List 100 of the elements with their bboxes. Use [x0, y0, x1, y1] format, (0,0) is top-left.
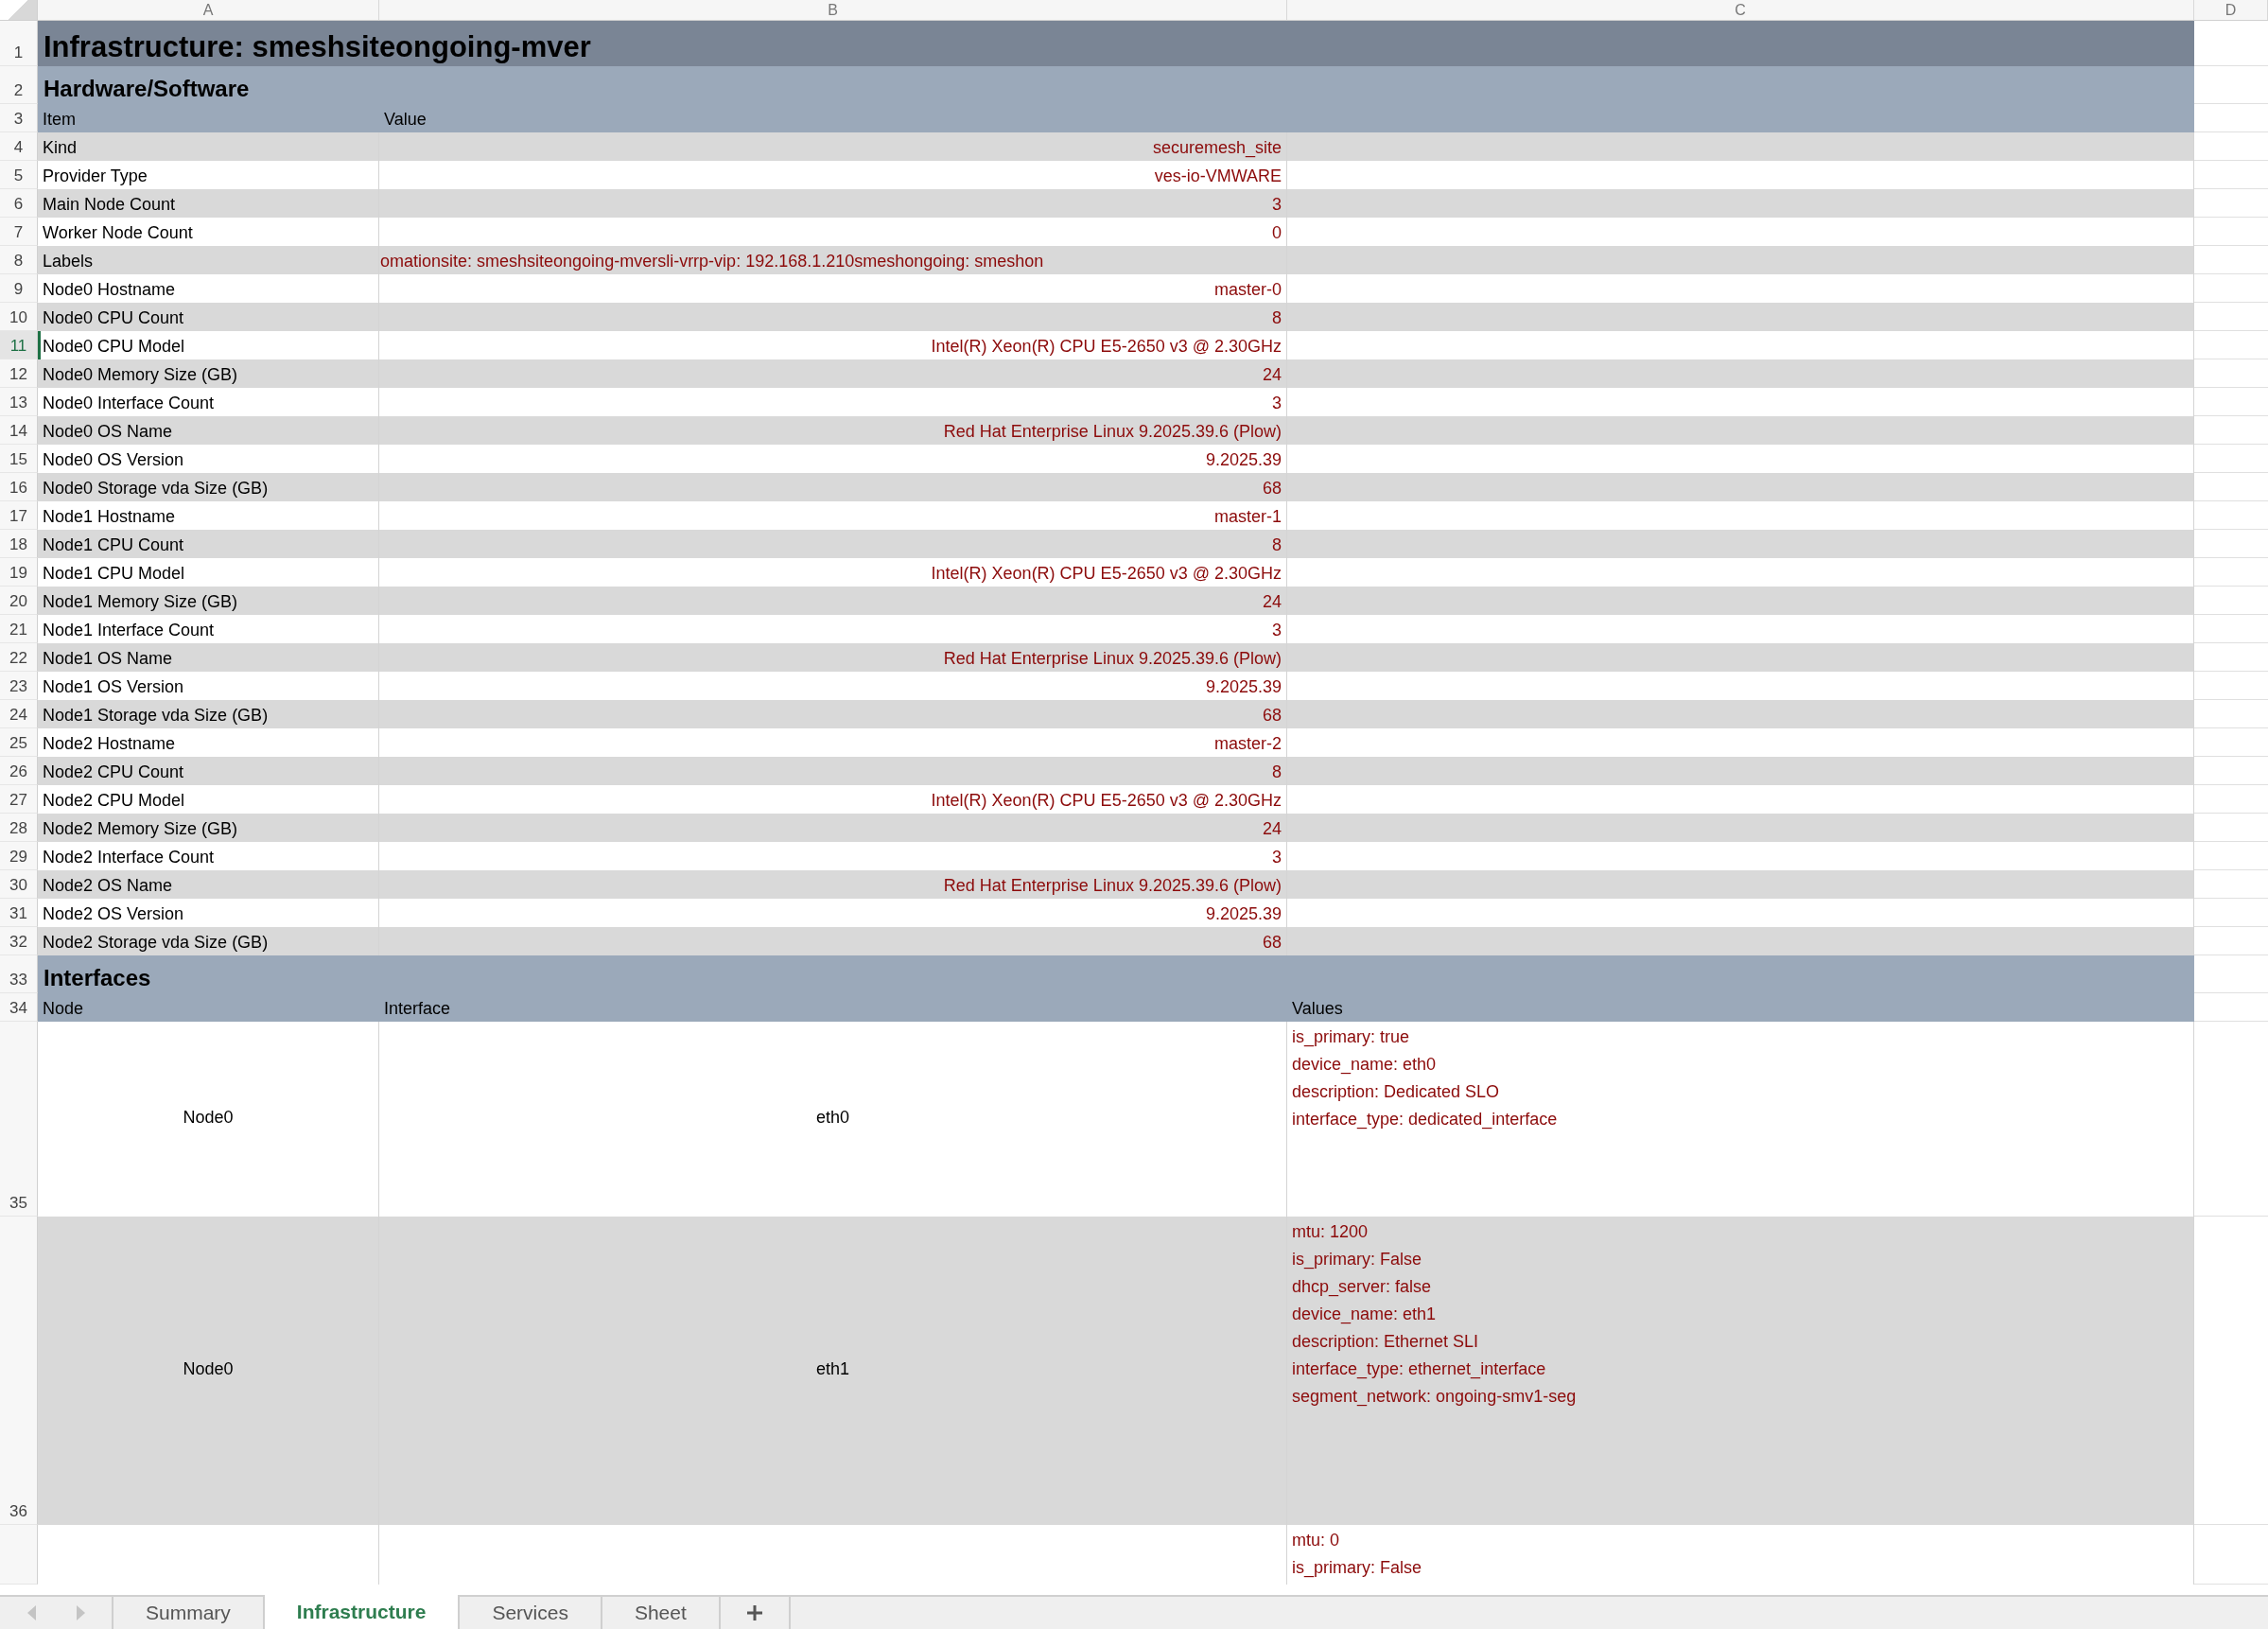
row-number[interactable]: 29 [0, 842, 38, 870]
column-header[interactable]: D [2194, 0, 2268, 20]
row-number[interactable]: 6 [0, 189, 38, 218]
table-cell-text: is_primary: true [1292, 1026, 1410, 1049]
table-cell-text: device_name: eth1 [1292, 1304, 1437, 1326]
table-cell: Node0 OS Version [43, 450, 184, 470]
table-cell: Node2 CPU Count [43, 762, 184, 782]
row-number[interactable]: 35 [0, 1022, 38, 1217]
table-cell: 68 [1262, 479, 1282, 499]
table-cell: 68 [1262, 933, 1282, 953]
select-all-corner[interactable] [0, 0, 38, 20]
row-number[interactable]: 8 [0, 246, 38, 274]
row-number[interactable]: 31 [0, 899, 38, 927]
row-number[interactable]: 7 [0, 218, 38, 246]
table-cell: 8 [1272, 535, 1282, 555]
row-number[interactable]: 17 [0, 501, 38, 530]
table-cell: 3 [1272, 848, 1282, 867]
row-number[interactable]: 14 [0, 416, 38, 445]
table-cell: Node1 Interface Count [43, 621, 215, 640]
row-number[interactable]: 10 [0, 303, 38, 331]
row-number[interactable]: 32 [0, 927, 38, 955]
table-cell: master-1 [1214, 507, 1282, 527]
table-cell-text: mtu: 1200 [1292, 1221, 1369, 1243]
row-number[interactable]: 5 [0, 161, 38, 189]
table-cell: Node0 Memory Size (GB) [43, 365, 238, 385]
table-cell: Worker Node Count [43, 223, 193, 243]
table-cell: Node1 Storage vda Size (GB) [43, 706, 269, 726]
table-cell: Node2 Hostname [43, 734, 176, 754]
table-cell: 9.2025.39 [1205, 904, 1282, 924]
table-cell: 8 [1272, 762, 1282, 782]
row-number[interactable]: 27 [0, 785, 38, 814]
row-number[interactable]: 23 [0, 672, 38, 700]
table-cell: 0 [1272, 223, 1282, 243]
row-number[interactable]: 25 [0, 728, 38, 757]
table-cell-text: interface_type: ethernet_interface [1292, 1358, 1546, 1381]
table-cell: 9.2025.39 [1205, 677, 1282, 697]
row-number[interactable]: 28 [0, 814, 38, 842]
row-number[interactable]: 34 [0, 993, 38, 1022]
row-number[interactable]: 11 [0, 331, 38, 359]
row-number[interactable]: 20 [0, 587, 38, 615]
column-header[interactable]: A [38, 0, 379, 20]
table-cell: Red Hat Enterprise Linux 9.2025.39.6 (Plow) [943, 422, 1282, 442]
table-cell-text: description: Dedicated SLO [1292, 1081, 1500, 1103]
table-cell: Red Hat Enterprise Linux 9.2025.39.6 (Plow) [943, 649, 1282, 669]
table-cell: 9.2025.39 [1205, 450, 1282, 470]
row-number[interactable]: 19 [0, 558, 38, 587]
table-cell: Node1 Hostname [43, 507, 176, 527]
table-cell: Node2 Storage vda Size (GB) [43, 933, 269, 953]
section-heading: Interfaces [38, 955, 2194, 993]
row-number[interactable]: 12 [0, 359, 38, 388]
table-cell: Node0 [183, 1359, 234, 1379]
table-cell: 3 [1272, 394, 1282, 413]
table-cell-text: segment_network: ongoing-smv1-seg [1292, 1386, 1577, 1409]
row-number[interactable]: 24 [0, 700, 38, 728]
row-number[interactable]: 15 [0, 445, 38, 473]
row-number[interactable]: 18 [0, 530, 38, 558]
plus-icon [744, 1603, 764, 1622]
table-cell-text: device_name: eth0 [1292, 1054, 1437, 1077]
column-header[interactable]: B [379, 0, 1287, 20]
column-header[interactable]: C [1287, 0, 2194, 20]
row-number[interactable]: 4 [0, 132, 38, 161]
table-cell-text: is_primary: False [1292, 1249, 1422, 1271]
table-cell-text: dhcp_server: false [1292, 1276, 1432, 1299]
table-cell: 68 [1262, 706, 1282, 726]
table-cell: Node2 CPU Model [43, 791, 185, 811]
table-cell: securemesh_site [1152, 138, 1282, 158]
table-cell: 24 [1262, 819, 1282, 839]
table-cell: ves-io-VMWARE [1154, 166, 1282, 186]
add-sheet-button[interactable] [718, 1597, 791, 1629]
row-number[interactable]: 16 [0, 473, 38, 501]
table-cell: master-2 [1214, 734, 1282, 754]
row-number[interactable]: 1 [0, 21, 38, 66]
table-cell: Node0 Hostname [43, 280, 176, 300]
table-cell-text: interface_type: dedicated_interface [1292, 1109, 1558, 1131]
row-number[interactable]: 36 [0, 1217, 38, 1525]
table-cell-text: is_primary: False [1292, 1557, 1422, 1580]
row-number[interactable]: 33 [0, 955, 38, 993]
row-number[interactable]: 21 [0, 615, 38, 643]
row-number[interactable]: 9 [0, 274, 38, 303]
section-heading: Hardware/Software [38, 66, 2194, 104]
row-number[interactable]: 13 [0, 388, 38, 416]
row-number[interactable]: 22 [0, 643, 38, 672]
table-cell: Node1 OS Version [43, 677, 184, 697]
table-cell: Intel(R) Xeon(R) CPU E5-2650 v3 @ 2.30GHz [931, 791, 1282, 811]
table-cell: Red Hat Enterprise Linux 9.2025.39.6 (Plow) [943, 876, 1282, 896]
row-number[interactable]: 30 [0, 870, 38, 899]
table-cell: Node2 OS Name [43, 876, 173, 896]
sheet-tab[interactable]: Infrastructure [262, 1595, 459, 1629]
row-number[interactable]: 26 [0, 757, 38, 785]
column-label: Values [1292, 999, 1343, 1019]
row-number[interactable]: 3 [0, 104, 38, 132]
row-number[interactable]: 2 [0, 66, 38, 104]
table-cell: Node0 Interface Count [43, 394, 215, 413]
table-cell: Intel(R) Xeon(R) CPU E5-2650 v3 @ 2.30GHz [931, 564, 1282, 584]
table-cell-text: description: Ethernet SLI [1292, 1331, 1479, 1353]
table-cell: 24 [1262, 365, 1282, 385]
table-cell: Node0 CPU Model [43, 337, 185, 357]
table-cell: 3 [1272, 621, 1282, 640]
column-label: Interface [384, 999, 451, 1019]
table-cell: 3 [1272, 195, 1282, 215]
